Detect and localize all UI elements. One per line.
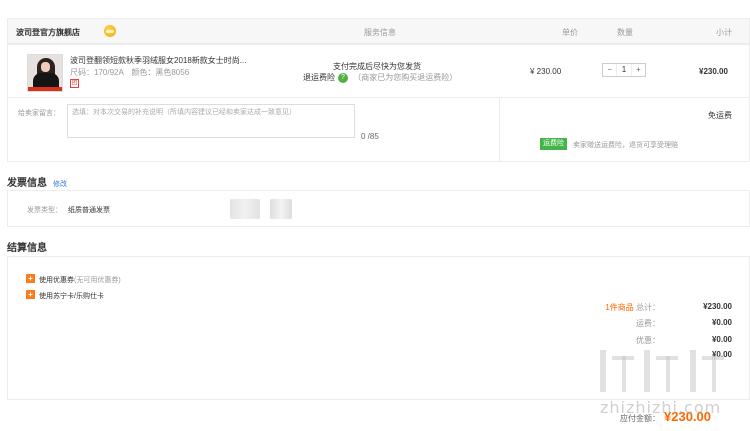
message-label: 给卖家留言： xyxy=(18,110,60,117)
gift-card-option[interactable]: 使用苏宁卡/乐购仕卡 xyxy=(39,291,104,301)
items-total-label: 1件商品 总计： xyxy=(605,302,660,313)
settlement-section-title: 结算信息 xyxy=(7,243,47,254)
freight-insurance-note: 卖家赠送运费险，退货可享受理赔 xyxy=(573,142,678,149)
qty-plus-button[interactable]: + xyxy=(632,64,645,76)
product-thumbnail[interactable] xyxy=(27,54,63,92)
subtotal-column-header: 小计 xyxy=(716,28,732,37)
shop-badge-icon xyxy=(104,25,116,37)
items-total-value: ¥230.00 xyxy=(703,302,732,311)
coupon-option[interactable]: 使用优惠券(无可用优惠券) xyxy=(39,275,121,285)
price-column-header: 单价 xyxy=(562,28,578,37)
product-spec: 尺码：170/92A 颜色：黑色8056 xyxy=(70,68,190,77)
seller-message-placeholder: 选填：对本次交易的补充说明（所填内容建议已经和卖家达成一致意见） xyxy=(72,109,296,116)
return-insurance-row: 退运费险? （商家已为您购买退运费险） xyxy=(303,72,457,83)
free-shipping-text: 免运费 xyxy=(708,111,732,120)
row-divider xyxy=(499,97,500,161)
items-count: 1件商品 xyxy=(605,303,634,312)
shipping-fee-value: ¥0.00 xyxy=(711,318,732,327)
discount-label: 优惠： xyxy=(636,336,660,345)
freight-insurance-tag: 运费险 xyxy=(540,138,567,150)
help-icon[interactable]: ? xyxy=(338,72,348,83)
shipping-promise: 支付完成后尽快为您发货 xyxy=(333,62,421,71)
seller-message-input[interactable]: 选填：对本次交易的补充说明（所填内容建议已经和卖家达成一致意见） xyxy=(67,104,355,138)
invoice-title: 发票信息 xyxy=(7,178,47,189)
invoice-type-value: 纸质普通发票 xyxy=(68,207,110,214)
discount-value: ¥0.00 xyxy=(711,335,732,344)
expand-card-icon[interactable]: + xyxy=(26,290,35,299)
coupon-label: 使用优惠券 xyxy=(39,277,74,284)
line-subtotal: ¥230.00 xyxy=(699,67,728,76)
invoice-box xyxy=(7,190,750,227)
items-total-suffix: 总计： xyxy=(636,303,660,312)
group-buy-badge: 团 xyxy=(70,79,79,88)
masked-info-block xyxy=(230,199,260,219)
return-insurance-note: （商家已为您购买退运费险） xyxy=(353,73,458,82)
coupon-note: (无可用优惠券) xyxy=(74,277,121,284)
shop-name[interactable]: 波司登官方旗舰店 xyxy=(16,27,80,38)
message-char-counter: 0 /85 xyxy=(361,132,379,141)
qty-value[interactable]: 1 xyxy=(616,64,632,76)
qty-minus-button[interactable]: − xyxy=(603,64,616,76)
return-insurance-label: 退运费险 xyxy=(303,73,335,82)
unit-price: ¥ 230.00 xyxy=(530,67,562,76)
invoice-type-label: 发票类型： xyxy=(27,207,62,214)
invoice-section-title: 发票信息 修改 xyxy=(7,174,67,189)
watermark-text: zhizhizhi.com xyxy=(600,398,722,417)
order-table-header: 波司登官方旗舰店 服务信息 单价 数量 小计 xyxy=(7,18,750,44)
masked-info-block xyxy=(270,199,292,219)
shipping-fee-label: 运费： xyxy=(636,319,660,328)
service-column-header: 服务信息 xyxy=(364,28,396,37)
quantity-stepper[interactable]: − 1 + xyxy=(602,63,646,77)
expand-coupon-icon[interactable]: + xyxy=(26,274,35,283)
invoice-edit-link[interactable]: 修改 xyxy=(53,181,67,188)
product-title[interactable]: 波司登翻领短款秋季羽绒服女2018新款女士时尚... xyxy=(70,55,246,66)
quantity-column-header: 数量 xyxy=(617,28,633,37)
